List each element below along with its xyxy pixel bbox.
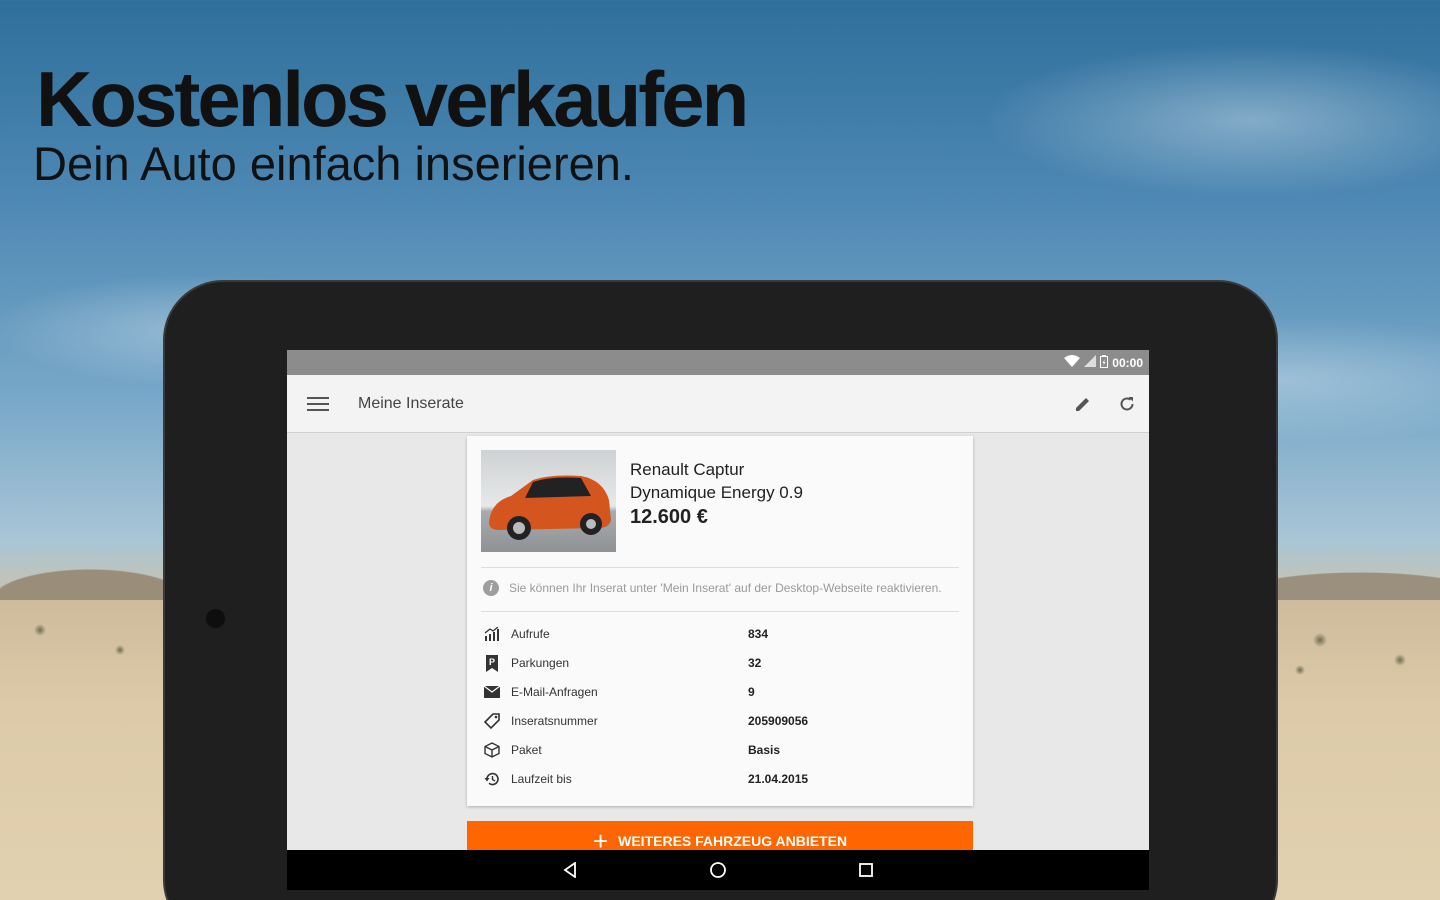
- tablet-camera: [206, 609, 225, 628]
- recents-icon[interactable]: [851, 855, 881, 885]
- stat-label: Laufzeit bis: [511, 772, 572, 786]
- stat-value: 9: [748, 685, 755, 699]
- listing-title-line1: Renault Captur: [630, 460, 745, 479]
- status-time: 00:00: [1112, 355, 1143, 370]
- stat-row-laufzeit: Laufzeit bis 21.04.2015: [483, 769, 953, 789]
- stat-value: 205909056: [748, 714, 809, 728]
- promo-subline: Dein Auto einfach inserieren.: [33, 137, 634, 190]
- car-photo: [481, 450, 616, 552]
- info-notice: i Sie können Ihr Inserat unter 'Mein Ins…: [483, 580, 942, 596]
- divider: [481, 567, 959, 568]
- refresh-icon[interactable]: [1115, 392, 1139, 416]
- system-nav-bar: [287, 850, 1149, 890]
- svg-text:P: P: [489, 657, 495, 667]
- app-bar: Meine Inserate: [287, 375, 1149, 433]
- battery-icon: [1100, 354, 1109, 371]
- stat-value: 32: [748, 656, 762, 670]
- listing-title-line2: Dynamique Energy 0.9: [630, 483, 803, 502]
- promo-headline: Kostenlos verkaufen: [36, 55, 749, 143]
- wifi-icon: [1064, 355, 1081, 370]
- stats-icon: [483, 625, 501, 643]
- menu-icon[interactable]: [307, 396, 329, 411]
- stat-row-inseratsnummer: Inseratsnummer 205909056: [483, 711, 953, 731]
- stat-label: Inseratsnummer: [511, 714, 598, 728]
- stat-row-parkungen: P Parkungen 32: [483, 653, 953, 673]
- stat-row-paket: Paket Basis: [483, 740, 953, 760]
- stat-label: Paket: [511, 743, 542, 757]
- edit-icon[interactable]: [1071, 392, 1095, 416]
- listing-price: 12.600 €: [630, 506, 708, 528]
- stat-value: 21.04.2015: [748, 772, 809, 786]
- signal-icon: [1084, 355, 1097, 370]
- info-text: Sie können Ihr Inserat unter 'Mein Inser…: [509, 581, 942, 595]
- listing-card[interactable]: Renault Captur Dynamique Energy 0.9 12.6…: [467, 436, 973, 806]
- add-vehicle-label: WEITERES FAHRZEUG ANBIETEN: [618, 833, 848, 849]
- divider: [481, 611, 959, 612]
- tag-icon: [483, 712, 501, 730]
- back-icon[interactable]: [555, 855, 585, 885]
- package-icon: [483, 741, 501, 759]
- stat-value: Basis: [748, 743, 781, 757]
- stat-row-email: E-Mail-Anfragen 9: [483, 682, 953, 702]
- mail-icon: [483, 683, 501, 701]
- info-icon: i: [483, 580, 499, 596]
- stat-label: Parkungen: [511, 656, 570, 670]
- stat-label: E-Mail-Anfragen: [511, 685, 598, 699]
- stat-value: 834: [748, 627, 769, 641]
- home-icon[interactable]: [703, 855, 733, 885]
- page-title: Meine Inserate: [358, 394, 464, 412]
- history-icon: [483, 770, 501, 788]
- app-screen: 00:00 Meine Inserate Renault Captur Dyna…: [287, 350, 1149, 890]
- status-bar: 00:00: [287, 350, 1149, 375]
- stat-label: Aufrufe: [511, 627, 550, 641]
- stat-row-aufrufe: Aufrufe 834: [483, 624, 953, 644]
- parking-icon: P: [483, 654, 501, 672]
